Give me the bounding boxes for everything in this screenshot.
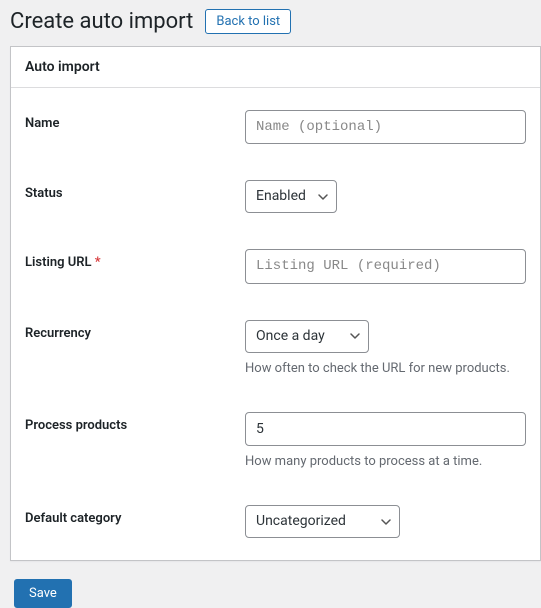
label-status: Status [25, 180, 245, 201]
label-listing-url: Listing URL * [25, 249, 245, 270]
form-body: Name Status Enabled Listing URL [11, 88, 540, 560]
listing-url-input[interactable] [245, 249, 526, 283]
page-header: Create auto import Back to list [0, 0, 541, 46]
default-category-select[interactable]: Uncategorized [245, 505, 400, 538]
label-recurrency: Recurrency [25, 320, 245, 341]
actions-row: Save [0, 561, 541, 608]
row-listing-url: Listing URL * [25, 213, 526, 283]
label-name: Name [25, 110, 245, 131]
recurrency-select[interactable]: Once a day [245, 320, 369, 353]
row-status: Status Enabled [25, 144, 526, 213]
panel-title: Auto import [11, 47, 540, 88]
process-products-input[interactable] [245, 412, 526, 446]
row-process-products: Process products How many products to pr… [25, 376, 526, 469]
row-recurrency: Recurrency Once a day How often to check… [25, 284, 526, 376]
label-process-products: Process products [25, 412, 245, 433]
label-default-category: Default category [25, 505, 245, 526]
recurrency-help: How often to check the URL for new produ… [245, 361, 526, 376]
name-input[interactable] [245, 110, 526, 144]
row-name: Name [25, 98, 526, 144]
required-mark: * [95, 255, 101, 270]
row-default-category: Default category Uncategorized [25, 469, 526, 538]
back-to-list-button[interactable]: Back to list [205, 9, 291, 34]
status-select[interactable]: Enabled [245, 180, 337, 213]
save-button[interactable]: Save [14, 579, 72, 608]
process-products-help: How many products to process at a time. [245, 454, 526, 469]
page-title: Create auto import [10, 9, 193, 34]
auto-import-panel: Auto import Name Status Enabled [10, 46, 541, 561]
